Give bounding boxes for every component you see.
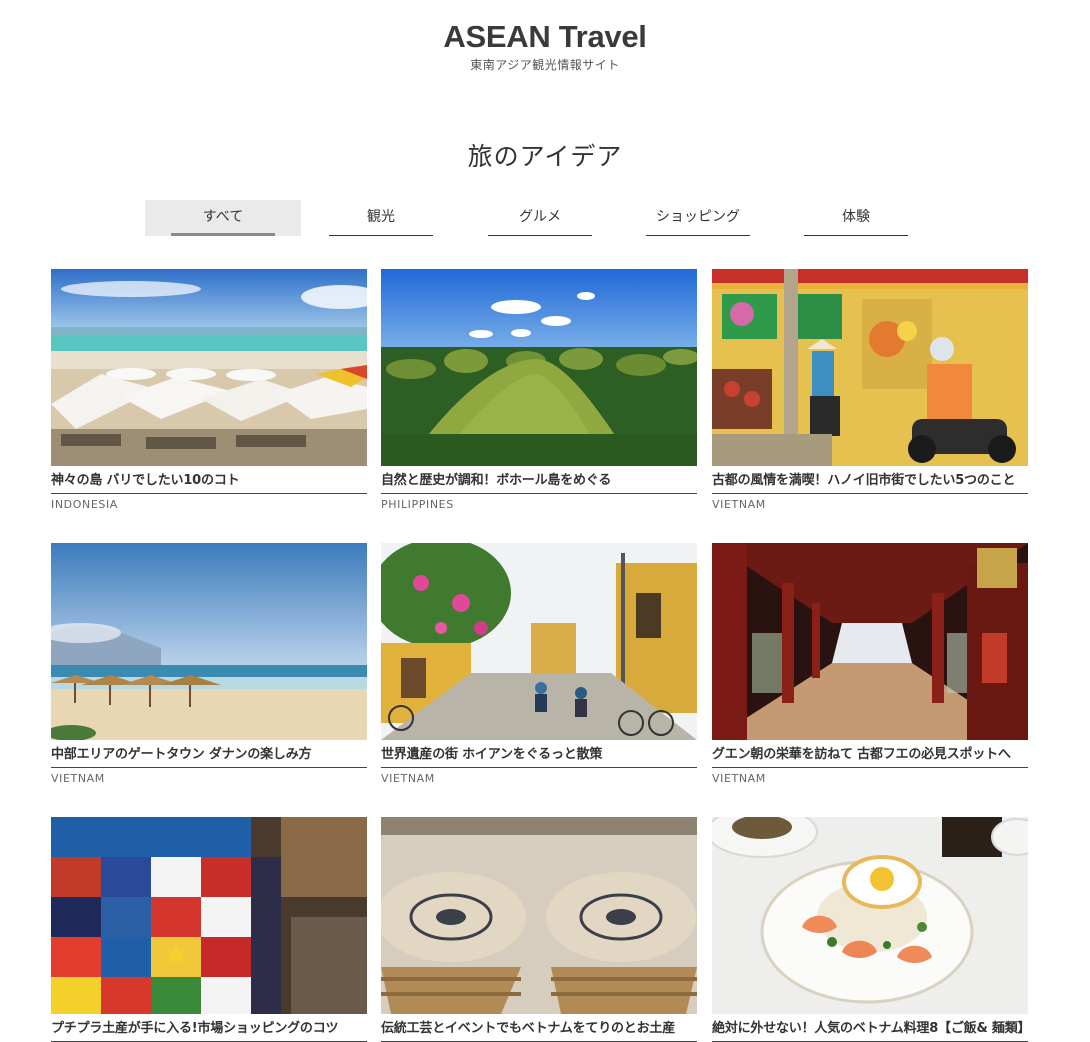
tab-label: 体験 [842,209,870,225]
site-subtitle: 東南アジア観光情報サイト [470,58,620,72]
article-country: VIETNAM [712,772,766,785]
chocolate-hills-photo[interactable] [381,269,697,466]
tab-underline [329,235,433,236]
article-title[interactable]: プチプラ土産が手に入る!市場ショッピングのコツ [51,1020,367,1038]
beach-umbrellas-photo[interactable] [51,269,367,466]
hoian-street-photo[interactable] [381,543,697,740]
tab-shopping[interactable]: ショッピング [646,200,750,236]
market-tshirts-photo[interactable] [51,817,367,1014]
section-title: 旅のアイデア [467,142,623,171]
danang-beach-photo[interactable] [51,543,367,740]
tab-gourmet[interactable]: グルメ [488,200,592,236]
article-country: VIETNAM [381,772,435,785]
tab-label: 観光 [367,209,395,225]
tab-label: すべて [202,209,244,225]
title-divider [51,767,367,768]
title-divider [51,493,367,494]
site-header: ASEAN Travel 東南アジア観光情報サイト [0,20,1090,73]
article-title[interactable]: グエン朝の栄華を訪ねて 古都フエの必見スポットへ [712,746,1028,764]
tab-label: グルメ [519,209,561,225]
tab-underline [646,235,750,236]
article-title[interactable]: 伝統工芸とイベントでもベトナムをてりのとお土産 [381,1020,697,1038]
tab-label: ショッピング [656,209,740,225]
article-title[interactable]: 中部エリアのゲートタウン ダナンの楽しみ方 [51,746,367,764]
title-divider [712,767,1028,768]
title-divider [381,767,697,768]
tab-underline [488,235,592,236]
article-country: VIETNAM [51,772,105,785]
article-title[interactable]: 神々の島 バリでしたい10のコト [51,472,367,490]
tab-underline [804,235,908,236]
article-country: VIETNAM [712,498,766,511]
article-title[interactable]: 世界遺産の街 ホイアンをぐるっと散策 [381,746,697,764]
shrimp-fried-rice-photo[interactable] [712,817,1028,1014]
tab-sightseeing[interactable]: 観光 [329,200,433,236]
article-title[interactable]: 古都の風情を満喫！ハノイ旧市街でしたい5つのこと [712,472,1028,490]
hue-palace-corridor-photo[interactable] [712,543,1028,740]
article-title[interactable]: 絶対に外せない！人気のベトナム料理8【ご飯& 麺類】 [712,1020,1028,1038]
title-divider [712,493,1028,494]
tab-all[interactable]: すべて [145,200,301,236]
category-tabs: すべて 観光 グルメ ショッピング 体験 [145,200,915,236]
title-divider [381,493,697,494]
article-country: PHILIPPINES [381,498,454,511]
ceramic-bowls-photo[interactable] [381,817,697,1014]
tab-underline [171,233,275,236]
article-title[interactable]: 自然と歴史が調和！ボホール島をめぐる [381,472,697,490]
hanoi-street-vendor-photo[interactable] [712,269,1028,466]
site-title[interactable]: ASEAN Travel [0,20,1090,54]
article-country: INDONESIA [51,498,118,511]
tab-experience[interactable]: 体験 [804,200,908,236]
